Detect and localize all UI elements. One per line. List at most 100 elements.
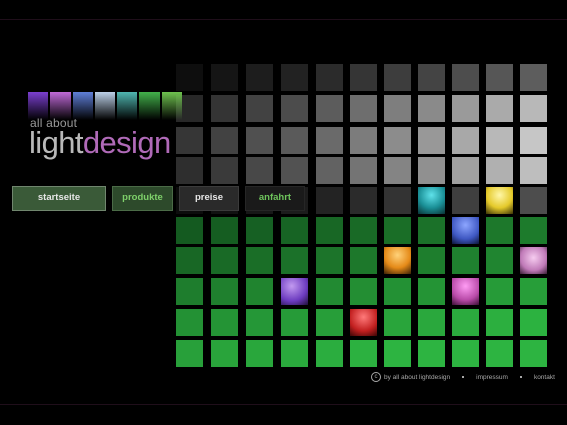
logo-strip-bar [117,92,138,120]
light-tile [486,127,513,154]
light-tile [452,217,479,244]
light-tile [246,278,273,305]
light-tile [384,217,411,244]
light-tile [176,217,203,244]
light-tile [520,95,547,122]
light-tile [176,247,203,274]
light-tile [281,217,308,244]
light-tile [211,95,238,122]
light-tile [384,309,411,336]
light-tile [211,157,238,184]
light-tile [350,157,377,184]
light-tile [520,64,547,91]
light-tile [316,127,343,154]
footer-separator [519,376,522,378]
footer-kontakt-link[interactable]: kontakt [534,374,555,381]
light-tile [350,278,377,305]
light-tile [520,278,547,305]
light-tile [246,217,273,244]
nav-anfahrt[interactable]: anfahrt [245,186,305,211]
logo-word-light: light [29,125,83,160]
light-tile [384,157,411,184]
nav-preise[interactable]: preise [179,186,239,211]
light-tile [350,95,377,122]
light-tile [316,217,343,244]
light-tile [520,127,547,154]
light-tile [520,309,547,336]
footer-separator [462,376,465,378]
light-tile [350,340,377,367]
footer-copyright: by all about lightdesign [384,373,451,381]
nav-produkte[interactable]: produkte [112,186,173,211]
light-tile [246,157,273,184]
light-tile [211,309,238,336]
light-tile [176,309,203,336]
light-tile [384,340,411,367]
light-tile [211,217,238,244]
light-tile [452,278,479,305]
logo[interactable]: all about lightdesign [10,92,182,168]
nav-anfahrt-label: anfahrt [258,192,292,203]
light-tile [520,217,547,244]
light-tile [246,340,273,367]
light-tile [281,309,308,336]
light-tile [384,247,411,274]
light-tile [418,247,445,274]
light-tile [452,127,479,154]
light-tile [452,309,479,336]
light-tile [246,127,273,154]
light-tile [418,64,445,91]
footer-impressum-link[interactable]: impressum [476,374,508,381]
light-tile [316,247,343,274]
light-tile [246,309,273,336]
top-divider [0,19,567,20]
nav-startseite-label: startseite [37,192,81,203]
light-tile [176,157,203,184]
light-tile [452,187,479,214]
light-tile [211,64,238,91]
light-tile [281,278,308,305]
light-tile [316,309,343,336]
light-tile [384,64,411,91]
logo-strip-bar [161,92,182,120]
light-tile [246,95,273,122]
light-tile [211,340,238,367]
logo-word-design: design [82,125,171,160]
light-tile [350,127,377,154]
light-tile [350,187,377,214]
light-tile [281,64,308,91]
light-tile [176,127,203,154]
light-tile [418,187,445,214]
light-tile [281,95,308,122]
light-tile [350,64,377,91]
light-tile [418,95,445,122]
copyright-icon: c [371,372,381,382]
logo-strip-bar [139,92,160,120]
light-tile [418,278,445,305]
light-tile [316,157,343,184]
light-tile [281,157,308,184]
light-tile [452,157,479,184]
light-tile [452,64,479,91]
light-tile [520,157,547,184]
nav-startseite[interactable]: startseite [12,186,106,211]
light-tile [520,247,547,274]
light-tile [316,278,343,305]
light-tile [452,247,479,274]
light-tile [384,278,411,305]
light-tile [452,95,479,122]
light-tile [246,64,273,91]
light-tile [384,187,411,214]
light-tile [418,309,445,336]
light-tile [384,95,411,122]
light-tile [176,340,203,367]
light-tile [316,95,343,122]
bottom-divider [0,404,567,405]
logo-strip-bar [94,92,116,120]
light-tile [350,217,377,244]
light-tile [486,217,513,244]
light-tile [316,187,343,214]
light-tile [316,340,343,367]
light-tile [176,278,203,305]
light-tile [350,309,377,336]
